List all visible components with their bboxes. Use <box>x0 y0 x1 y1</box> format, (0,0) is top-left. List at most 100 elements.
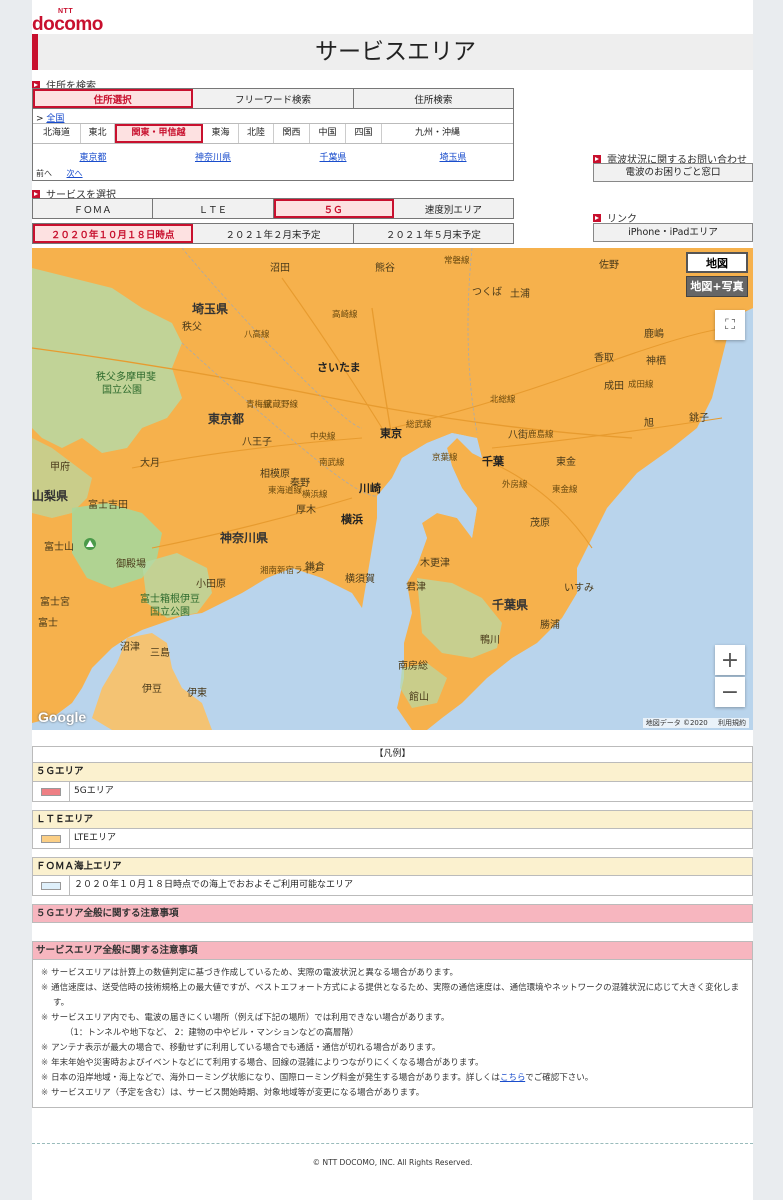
footer-divider <box>32 1143 753 1144</box>
map-label: 八街 <box>508 430 528 441</box>
next-link[interactable]: 次へ <box>67 169 83 178</box>
map-label: 伊豆 <box>142 684 162 695</box>
map-label: 鴨川 <box>480 635 500 646</box>
legend-item-lte: LTEエリア <box>32 829 753 849</box>
map-label: 成田 <box>604 381 624 392</box>
map-label: 厚木 <box>296 505 316 516</box>
map-label: 鹿島線 <box>528 430 554 440</box>
address-tabs: 住所選択 フリーワード検索 住所検索 <box>32 88 514 109</box>
region-chugoku[interactable]: 中国 <box>310 124 346 143</box>
tab-address-select[interactable]: 住所選択 <box>33 89 194 108</box>
map-label: 富士吉田 <box>88 500 128 511</box>
map-label: 旭 <box>644 418 654 429</box>
map-label: 横浜 <box>341 513 363 526</box>
terms-link[interactable]: 利用規約 <box>718 719 746 727</box>
note-subitem: （1：トンネルや地下など、 2：建物の中やビル・マンションなどの高層階） <box>65 1028 359 1038</box>
map-label: 山梨県 <box>32 489 69 503</box>
map-label: 八高線 <box>244 330 270 340</box>
map-label: 木更津 <box>420 558 450 569</box>
zoom-in-button[interactable]: + <box>715 645 745 675</box>
map-label: 南武線 <box>319 458 345 468</box>
section-arrow-icon <box>32 190 40 198</box>
map-label: 鹿嶋 <box>644 329 664 340</box>
map-type-map-button[interactable]: 地図 <box>686 252 748 273</box>
map-label: 北総線 <box>490 395 516 405</box>
tab-date-may[interactable]: ２０２１年５月末予定 <box>353 224 513 243</box>
map-label: 銚子 <box>689 413 709 424</box>
map-label: 中央線 <box>310 432 336 442</box>
map-label: 京葉線 <box>432 453 458 463</box>
region-hokuriku[interactable]: 北陸 <box>239 124 274 143</box>
map-label: 富士宮 <box>40 597 70 608</box>
map-label: 横浜線 <box>302 490 328 500</box>
map-label: 茂原 <box>530 518 550 529</box>
region-kanto[interactable]: 関東・甲信越 <box>115 124 203 143</box>
notice-general-bar: サービスエリア全般に関する注意事項 <box>32 941 753 960</box>
tab-speed-area[interactable]: 速度別エリア <box>393 199 513 218</box>
coverage-map[interactable]: 沼田 熊谷 つくば 土浦 佐野 埼玉県 秩父 さいたま 秩父多摩甲斐 国立公園 … <box>32 248 753 730</box>
region-kyushu[interactable]: 九州・沖縄 <box>382 124 493 143</box>
google-logo: Google <box>38 709 87 725</box>
map-label: 神奈川県 <box>220 531 269 545</box>
map-type-photo-button[interactable]: 地図+写真 <box>686 276 748 297</box>
map-label: 沼津 <box>120 642 140 653</box>
prefecture-row: 東京都 神奈川県 千葉県 埼玉県 <box>33 150 513 163</box>
map-label: 勝浦 <box>540 620 560 631</box>
map-label: 神栖 <box>646 356 666 367</box>
map-label: 東京都 <box>208 412 245 426</box>
map-label: 富士 <box>38 618 58 629</box>
map-label: 総武線 <box>406 420 432 430</box>
section-arrow-icon <box>593 214 601 222</box>
map-label: 秩父 <box>182 322 202 333</box>
map-label: 土浦 <box>510 289 530 300</box>
roaming-details-link[interactable]: こちら <box>500 1073 525 1083</box>
map-label: 小田原 <box>196 579 226 590</box>
tab-date-current[interactable]: ２０２０年１０月１８日時点 <box>33 224 194 243</box>
map-label: 国立公園 <box>150 607 190 618</box>
region-tokai[interactable]: 東海 <box>203 124 239 143</box>
note-item: ※ サービスエリア内でも、電波の届きにくい場所（例えば下記の場所）では利用できない… <box>41 1013 450 1023</box>
map-label: 東金 <box>556 457 576 468</box>
pref-link-chiba[interactable]: 千葉県 <box>273 150 393 163</box>
tab-freeword-search[interactable]: フリーワード検索 <box>193 89 354 108</box>
pref-link-kanagawa[interactable]: 神奈川県 <box>153 150 273 163</box>
map-label: 湘南新宿ライン <box>260 566 320 576</box>
notice-5g-bar[interactable]: ５Ｇエリア全般に関する注意事項 <box>32 904 753 923</box>
fullscreen-icon[interactable]: ⛶ <box>715 310 745 340</box>
tab-foma[interactable]: ＦＯＭＡ <box>33 199 154 218</box>
map-label: 成田線 <box>628 380 654 390</box>
tab-date-feb[interactable]: ２０２１年２月末予定 <box>193 224 354 243</box>
iphone-area-button[interactable]: iPhone・iPadエリア <box>593 223 753 242</box>
region-tohoku[interactable]: 東北 <box>81 124 115 143</box>
map-label: 千葉 <box>482 455 504 468</box>
pager: 前へ 次へ <box>36 168 83 179</box>
map-attribution: 地図データ ©2020 利用規約 <box>642 718 749 728</box>
pref-link-saitama[interactable]: 埼玉県 <box>393 150 513 163</box>
docomo-logo[interactable]: NTT docomo <box>32 8 103 34</box>
region-shikoku[interactable]: 四国 <box>346 124 382 143</box>
note-item: ※ 通信速度は、送受信時の技術規格上の最大値ですが、ベストエフォート方式による提供… <box>41 983 740 1008</box>
map-label: 南房総 <box>398 661 428 672</box>
map-label: 香取 <box>594 353 614 364</box>
address-select-panel: > 全国 北海道 東北 関東・甲信越 東海 北陸 関西 中国 四国 九州・沖縄 … <box>32 109 514 181</box>
region-hokkaido[interactable]: 北海道 <box>33 124 81 143</box>
map-label: 横須賀 <box>345 574 375 585</box>
section-arrow-icon <box>593 155 601 163</box>
page-title: サービスエリア <box>315 39 476 65</box>
map-label: 東金線 <box>552 485 578 495</box>
region-row: 北海道 東北 関東・甲信越 東海 北陸 関西 中国 四国 九州・沖縄 <box>33 123 513 144</box>
note-item: ※ サービスエリアは計算上の数値判定に基づき作成しているため、実際の電波状況と異な… <box>41 968 459 978</box>
tab-address-search[interactable]: 住所検索 <box>353 89 513 108</box>
tab-lte[interactable]: ＬＴＥ <box>153 199 274 218</box>
tab-5g[interactable]: ５Ｇ <box>273 199 394 218</box>
pref-link-tokyo[interactable]: 東京都 <box>33 150 153 163</box>
map-label: 国立公園 <box>102 385 142 396</box>
zoom-out-button[interactable]: − <box>715 677 745 707</box>
inquiry-button[interactable]: 電波のお困りごと窓口 <box>593 163 753 182</box>
map-label: 沼田 <box>270 263 290 274</box>
map-label: 青梅線 <box>246 400 272 410</box>
map-label: 東京 <box>380 427 402 440</box>
legend-category-5g: ５Ｇエリア <box>32 763 753 782</box>
map-label: 君津 <box>406 582 426 593</box>
region-kansai[interactable]: 関西 <box>274 124 310 143</box>
